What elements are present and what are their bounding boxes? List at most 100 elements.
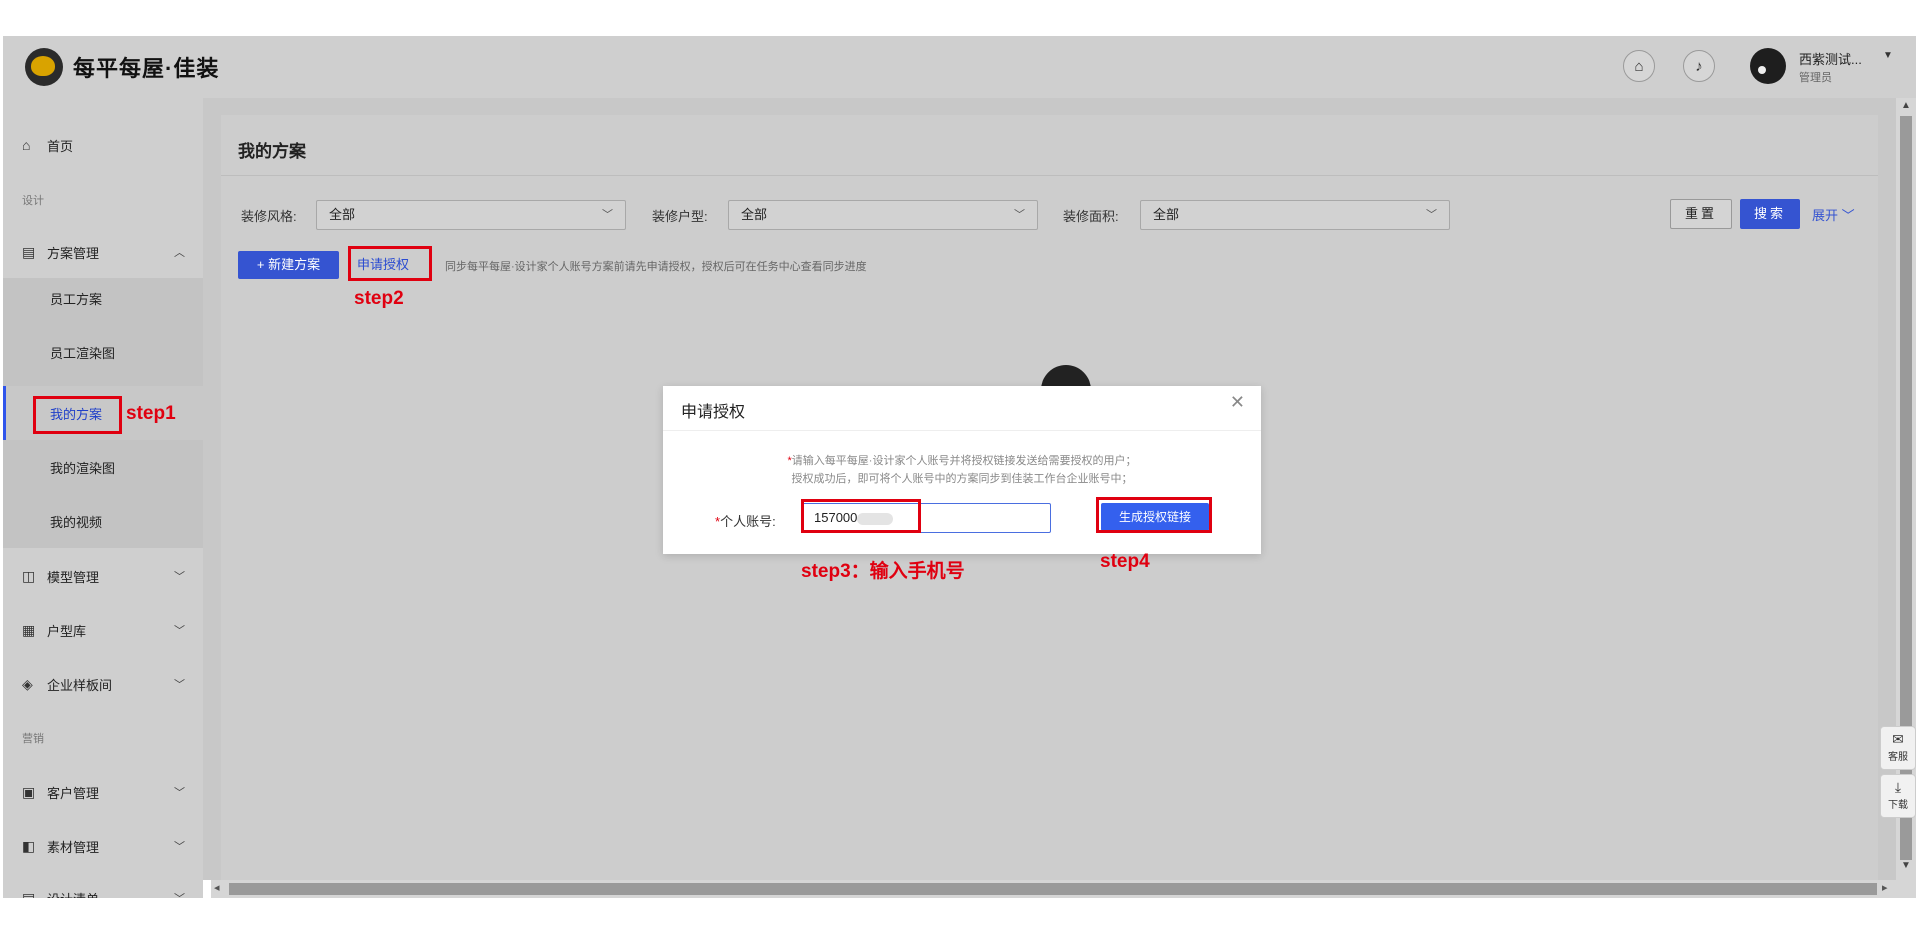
chevron-down-icon: ﹀ [1426,209,1437,221]
filter-layout-select[interactable]: 全部 ﹀ [728,200,1038,230]
customer-service-label: 客服 [1888,752,1908,763]
sidebar-item-model-management[interactable]: ◫ 模型管理 ﹀ [3,556,203,596]
annotation-step3: step3：输入手机号 [801,561,965,582]
scroll-down-icon[interactable]: ▼ [1901,860,1911,871]
dialog-note-1: *请输入每平每屋·设计家个人账号并将授权链接发送给需要授权的用户； [663,452,1261,468]
divider [221,175,1878,176]
sidebar: ⌂ 首页 设计 ▤ 方案管理 ︿ 员工方案 员工渲染图 我的方案 我的渲染图 我… [3,98,203,898]
material-icon: ◧ [22,837,36,854]
filter-style-label: 装修风格: [241,209,297,224]
sidebar-item-label: 客户管理 [47,785,100,801]
expand-button[interactable]: 展开 ﹀ [1812,205,1855,224]
account-label: *个人账号: [715,511,776,530]
document-icon: ▤ [22,243,36,260]
chevron-down-icon: ﹀ [1014,209,1025,221]
sidebar-item-home[interactable]: ⌂ 首页 [3,125,203,165]
chevron-down-icon: ﹀ [174,679,185,691]
annotation-step4: step4 [1100,551,1150,572]
user-role: 管理员 [1799,72,1832,84]
caret-down-icon[interactable]: ▼ [1883,50,1893,61]
sidebar-item-floorplan[interactable]: ▦ 户型库 ﹀ [3,610,203,650]
sidebar-item-label: 户型库 [47,623,87,639]
chevron-down-icon: ﹀ [602,209,613,221]
sidebar-item-label: 设计清单 [47,889,99,899]
page-title: 我的方案 [238,142,306,161]
scrollbar-thumb[interactable] [229,883,1877,895]
sidebar-item-my-renders[interactable]: 我的渲染图 [3,440,203,494]
chevron-down-icon: ﹀ [174,841,185,853]
sidebar-item-label: 首页 [47,138,74,154]
download-label: 下载 [1888,800,1908,811]
inbox-icon[interactable]: ⌂ [1623,50,1655,82]
sync-hint-text: 同步每平每屋·设计家个人账号方案前请先申请授权，授权后可在任务中心查看同步进度 [445,261,867,273]
sidebar-item-label: 我的渲染图 [50,460,116,476]
brand-logo-icon [25,48,63,86]
sidebar-item-label: 模型管理 [47,569,100,585]
scroll-left-icon[interactable]: ◂ [214,881,220,894]
annotation-box-step3 [801,499,921,533]
filter-area-value: 全部 [1153,207,1180,222]
dialog-note-2: 授权成功后，即可将个人账号中的方案同步到佳装工作台企业账号中； [791,473,1133,485]
sidebar-item-plan-management[interactable]: ▤ 方案管理 ︿ [3,232,203,272]
sidebar-item-employee-renders[interactable]: 员工渲染图 [3,332,203,372]
download-button[interactable]: ⤓ 下载 [1880,774,1916,818]
expand-label: 展开 [1812,208,1839,223]
active-indicator [3,386,6,440]
cube-icon: ◈ [22,675,33,692]
model-icon: ◫ [22,567,36,584]
sidebar-item-my-videos[interactable]: 我的视频 [3,494,203,548]
annotation-box-step2 [348,246,432,281]
chevron-down-icon: ﹀ [174,787,185,799]
app-frame: 每平每屋·佳装 ⌂ ♪ 西紫测试... 管理员 ▼ ⌂ 首页 设计 ▤ 方案管理… [0,0,1916,937]
close-icon[interactable]: ✕ [1230,392,1245,413]
sidebar-item-design-list[interactable]: ▤ 设计清单 ﹀ [3,878,203,899]
dialog-title: 申请授权 [681,404,746,421]
user-name[interactable]: 西紫测试... [1799,49,1862,68]
chevron-down-icon: ﹀ [174,890,185,898]
sidebar-item-label: 员工渲染图 [50,345,116,361]
sidebar-item-label: 员工方案 [50,291,103,307]
group-label-design: 设计 [22,195,44,207]
annotation-step1: step1 [126,403,176,424]
sidebar-item-label: 我的视频 [50,514,103,530]
floorplan-icon: ▦ [22,621,36,638]
filter-layout-label: 装修户型: [652,209,708,224]
scroll-right-icon[interactable]: ▸ [1882,881,1888,894]
annotation-box-step4 [1096,497,1212,533]
sidebar-item-label: 企业样板间 [47,677,113,693]
new-plan-button[interactable]: + 新建方案 [238,251,339,279]
annotation-box-step1 [33,396,122,434]
filter-area-select[interactable]: 全部 ﹀ [1140,200,1450,230]
sidebar-item-material-management[interactable]: ◧ 素材管理 ﹀ [3,826,203,866]
sidebar-item-employee-plans[interactable]: 员工方案 [3,278,203,318]
sidebar-item-customer-management[interactable]: ▣ 客户管理 ﹀ [3,772,203,812]
list-icon: ▤ [22,889,36,899]
scroll-up-icon[interactable]: ▲ [1901,100,1911,111]
horizontal-scrollbar[interactable]: ◂ ▸ [211,880,1896,898]
divider [663,430,1261,431]
account-label-text: 个人账号: [720,514,776,529]
sidebar-item-label: 方案管理 [47,245,100,261]
chevron-down-icon: ﹀ [174,571,185,583]
reset-button[interactable]: 重置 [1670,199,1732,229]
bell-icon[interactable]: ♪ [1683,50,1715,82]
top-bar: 每平每屋·佳装 ⌂ ♪ 西紫测试... 管理员 ▼ [3,36,1916,98]
brand-name: 每平每屋·佳装 [73,56,220,81]
group-label-marketing: 营销 [22,733,44,745]
chat-icon: ✉ [1892,731,1904,747]
filter-layout-value: 全部 [741,207,768,222]
filter-style-select[interactable]: 全部 ﹀ [316,200,626,230]
sidebar-item-showroom[interactable]: ◈ 企业样板间 ﹀ [3,664,203,704]
brand-logo[interactable]: 每平每屋·佳装 [25,48,219,86]
filter-style-value: 全部 [329,207,356,222]
home-icon: ⌂ [22,137,31,153]
search-button[interactable]: 搜索 [1740,199,1800,229]
dialog-note-1-text: 请输入每平每屋·设计家个人账号并将授权链接发送给需要授权的用户； [791,455,1137,467]
customer-service-button[interactable]: ✉ 客服 [1880,726,1916,770]
briefcase-icon: ▣ [22,783,36,800]
chevron-up-icon: ︿ [174,247,185,259]
sidebar-item-label: 素材管理 [47,839,100,855]
filter-area-label: 装修面积: [1063,209,1119,224]
avatar[interactable] [1750,48,1786,84]
download-icon: ⤓ [1894,779,1902,795]
